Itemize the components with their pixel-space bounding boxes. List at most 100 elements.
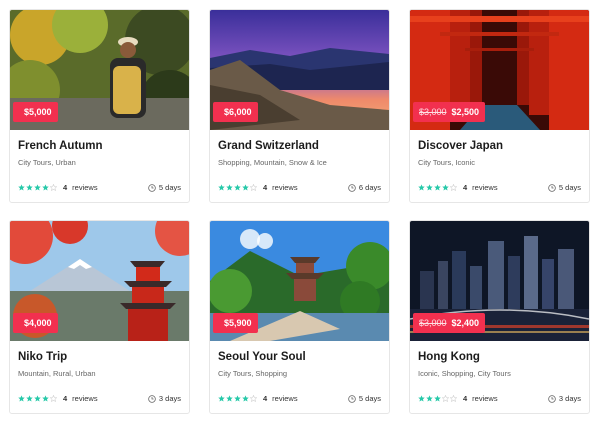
reviews-count: 4 [463, 183, 468, 192]
star-filled-icon [42, 184, 49, 191]
tour-title[interactable]: French Autumn [18, 140, 103, 152]
star-empty-icon [442, 395, 449, 402]
star-filled-icon [234, 395, 241, 402]
duration-text: 5 days [358, 394, 381, 403]
tour-title[interactable]: Discover Japan [418, 140, 503, 152]
old-price: $3,000 [419, 318, 447, 328]
duration: 5 days [148, 183, 181, 192]
duration-text: 3 days [158, 394, 181, 403]
clock-icon [348, 394, 356, 403]
reviews-count: 4 [463, 394, 468, 403]
star-filled-icon [434, 395, 441, 402]
duration: 3 days [148, 394, 181, 403]
reviews-label: reviews [272, 183, 298, 192]
price: $2,400 [451, 318, 480, 328]
tour-title[interactable]: Hong Kong [418, 351, 480, 363]
reviews-label: reviews [72, 183, 98, 192]
star-filled-icon [418, 184, 425, 191]
duration-text: 5 days [158, 183, 181, 192]
price: $4,000 [24, 318, 52, 328]
price-badge: $3,000 $2,500 [413, 102, 486, 122]
clock-icon [148, 183, 156, 192]
duration-text: 6 days [358, 183, 381, 192]
price: $6,000 [224, 107, 252, 117]
tour-title[interactable]: Grand Switzerland [218, 140, 319, 152]
star-filled-icon [34, 184, 41, 191]
star-filled-icon [442, 184, 449, 191]
star-filled-icon [226, 184, 233, 191]
clock-icon [148, 394, 156, 403]
reviews-label: reviews [472, 183, 498, 192]
rating: 4 reviews [218, 394, 298, 403]
star-filled-icon [18, 184, 25, 191]
rating: 4 reviews [418, 394, 498, 403]
star-filled-icon [226, 395, 233, 402]
rating: 4 reviews [18, 394, 98, 403]
star-filled-icon [26, 395, 33, 402]
star-filled-icon [218, 184, 225, 191]
clock-icon [548, 183, 556, 192]
star-filled-icon [34, 395, 41, 402]
tour-card[interactable]: $3,000 $2,400 Hong Kong Iconic, Shopping,… [409, 220, 590, 414]
duration: 5 days [348, 394, 381, 403]
clock-icon [548, 394, 556, 403]
star-empty-icon [50, 395, 57, 402]
star-rating [418, 184, 458, 191]
tour-title[interactable]: Seoul Your Soul [218, 351, 306, 363]
star-filled-icon [434, 184, 441, 191]
tour-card[interactable]: $6,000 Grand Switzerland Shopping, Mount… [209, 9, 390, 203]
tour-card[interactable]: $5,000 French Autumn City Tours, Urban 4… [9, 9, 190, 203]
star-filled-icon [242, 184, 249, 191]
star-rating [218, 184, 258, 191]
star-filled-icon [418, 395, 425, 402]
reviews-count: 4 [263, 394, 268, 403]
tour-tags: City Tours, Urban [18, 158, 76, 167]
reviews-label: reviews [72, 394, 98, 403]
star-empty-icon [450, 395, 457, 402]
star-empty-icon [450, 184, 457, 191]
star-filled-icon [18, 395, 25, 402]
tour-tags: Shopping, Mountain, Snow & Ice [218, 158, 327, 167]
tour-title[interactable]: Niko Trip [18, 351, 67, 363]
tour-card[interactable]: $5,900 Seoul Your Soul City Tours, Shopp… [209, 220, 390, 414]
tour-card[interactable]: $4,000 Niko Trip Mountain, Rural, Urban … [9, 220, 190, 414]
star-filled-icon [426, 184, 433, 191]
reviews-label: reviews [272, 394, 298, 403]
price: $2,500 [451, 107, 480, 117]
star-filled-icon [242, 395, 249, 402]
duration-text: 3 days [558, 394, 581, 403]
price-badge: $4,000 [13, 313, 58, 333]
price-badge: $6,000 [213, 102, 258, 122]
star-rating [18, 395, 58, 402]
reviews-label: reviews [472, 394, 498, 403]
tour-card[interactable]: $3,000 $2,500 Discover Japan City Tours, … [409, 9, 590, 203]
duration-text: 5 days [558, 183, 581, 192]
price: $5,000 [24, 107, 52, 117]
old-price: $3,000 [419, 107, 447, 117]
star-filled-icon [42, 395, 49, 402]
tour-tags: City Tours, Iconic [418, 158, 475, 167]
tour-tags: Iconic, Shopping, City Tours [418, 369, 511, 378]
duration: 3 days [548, 394, 581, 403]
star-empty-icon [250, 184, 257, 191]
rating: 4 reviews [218, 183, 298, 192]
star-filled-icon [234, 184, 241, 191]
star-rating [18, 184, 58, 191]
star-rating [218, 395, 258, 402]
rating: 4 reviews [418, 183, 498, 192]
price-badge: $5,000 [13, 102, 58, 122]
price: $5,900 [224, 318, 252, 328]
tour-tags: City Tours, Shopping [218, 369, 288, 378]
price-badge: $5,900 [213, 313, 258, 333]
reviews-count: 4 [63, 394, 68, 403]
duration: 5 days [548, 183, 581, 192]
clock-icon [348, 183, 356, 192]
reviews-count: 4 [263, 183, 268, 192]
star-rating [418, 395, 458, 402]
star-filled-icon [218, 395, 225, 402]
reviews-count: 4 [63, 183, 68, 192]
duration: 6 days [348, 183, 381, 192]
price-badge: $3,000 $2,400 [413, 313, 486, 333]
rating: 4 reviews [18, 183, 98, 192]
star-filled-icon [26, 184, 33, 191]
